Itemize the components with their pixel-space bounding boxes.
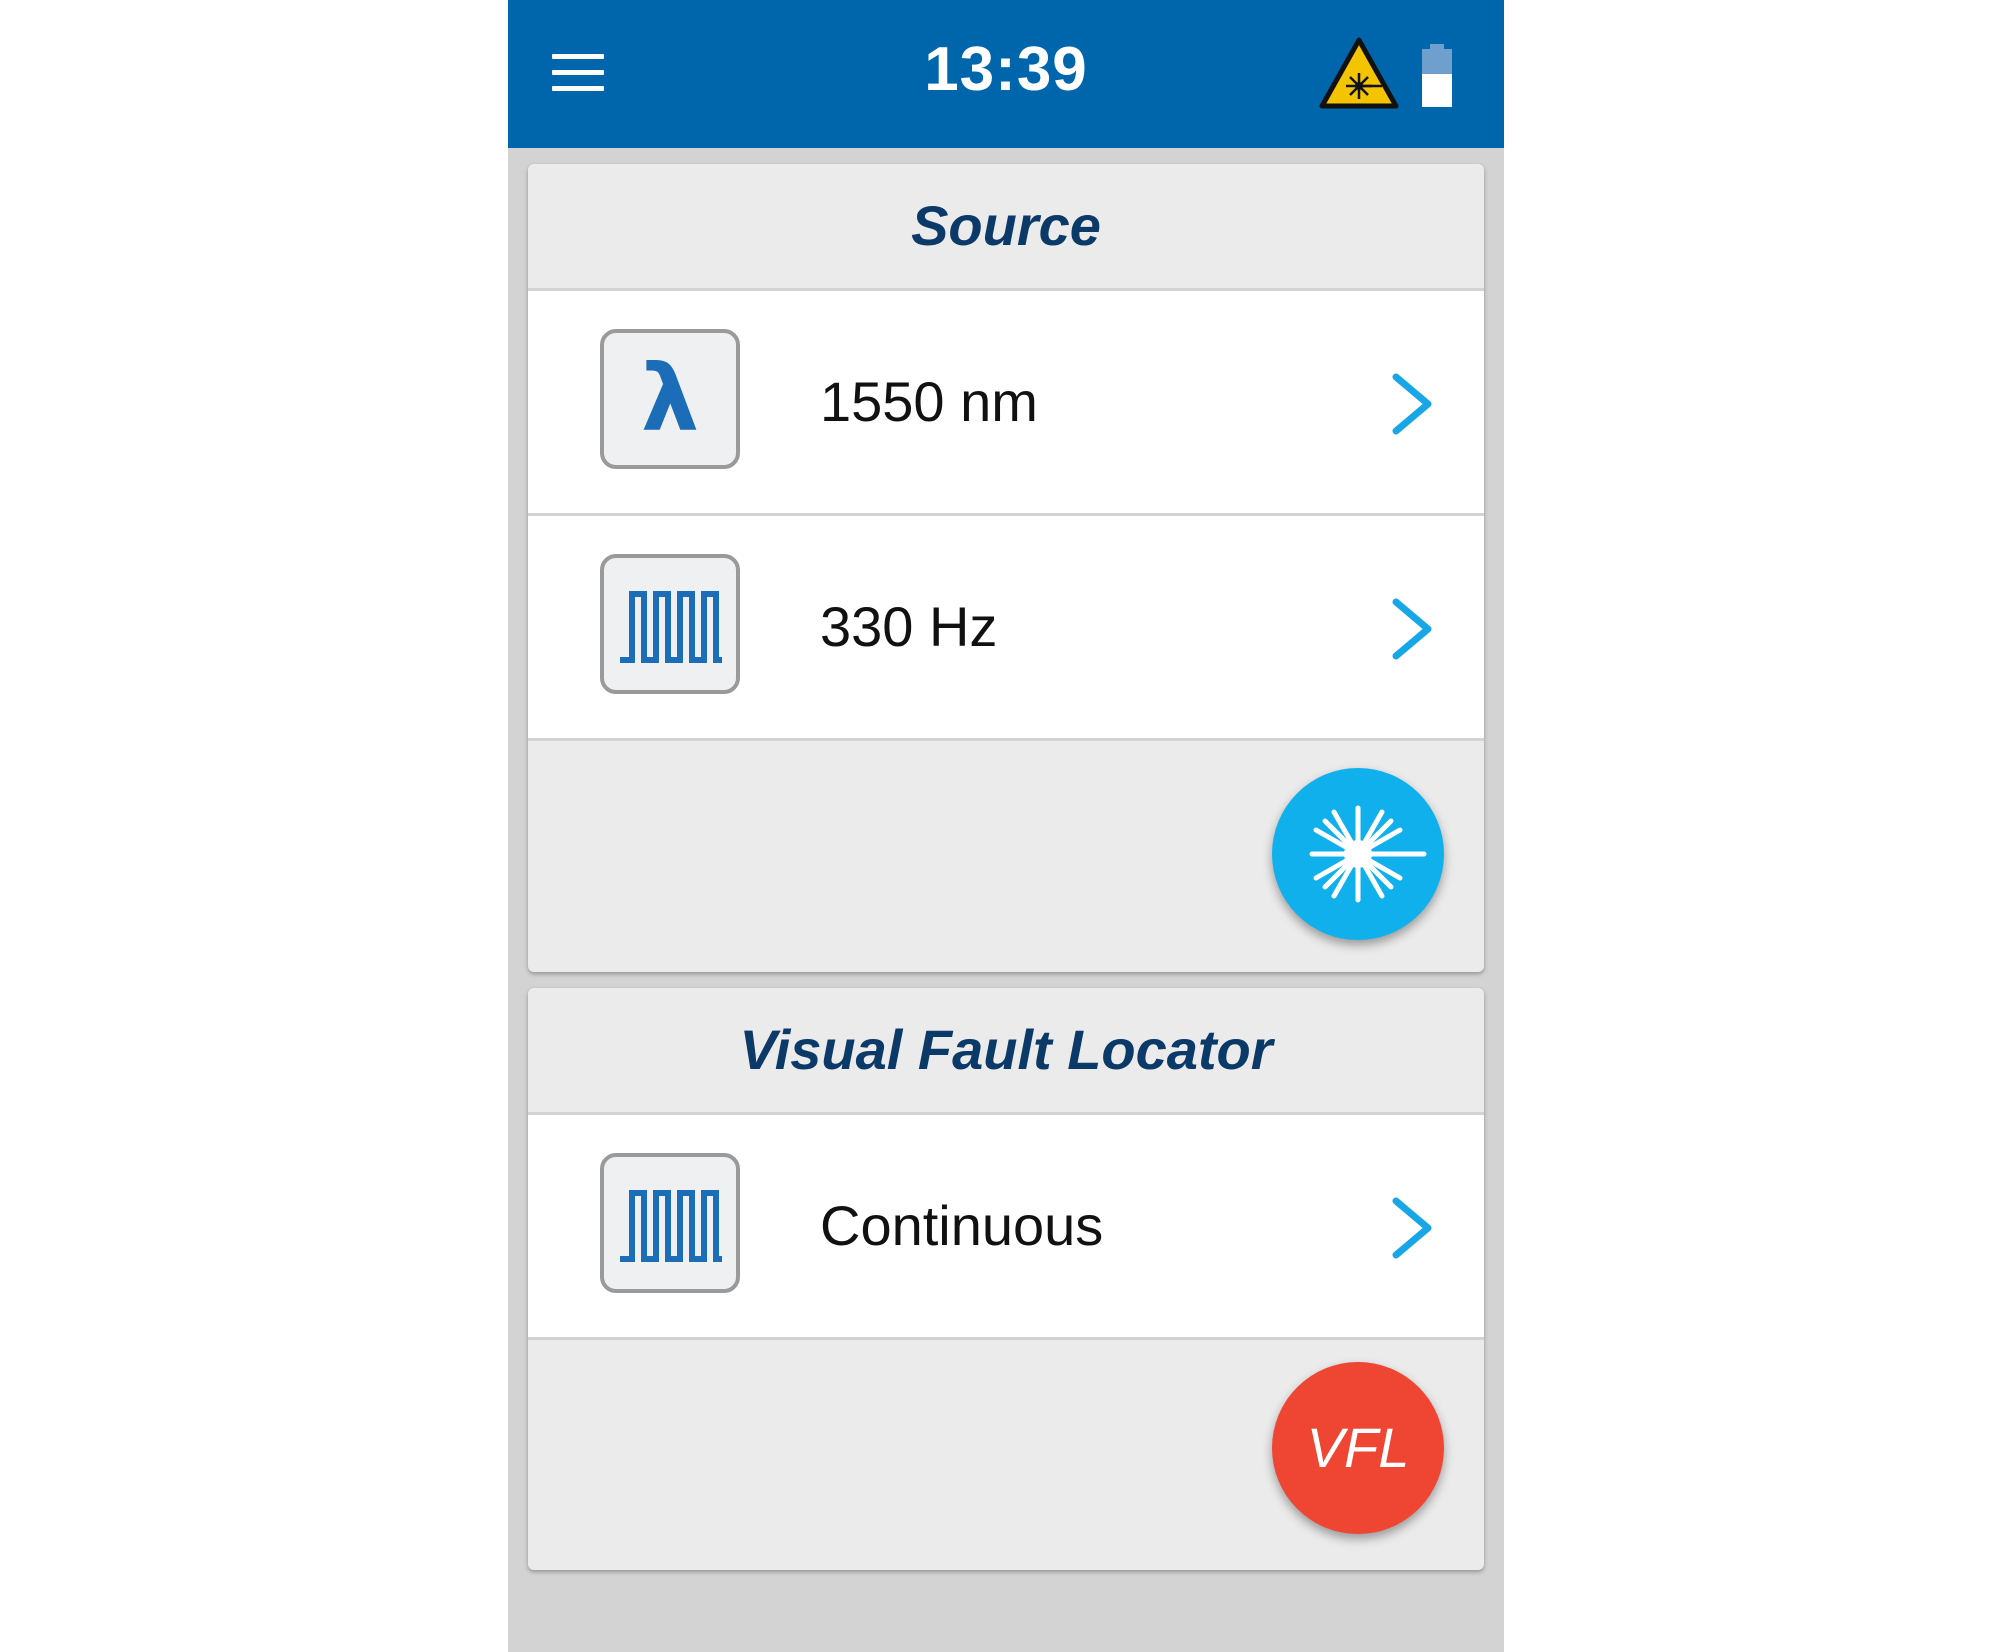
laser-emit-button[interactable]	[1272, 768, 1444, 940]
vfl-mode-row[interactable]: Continuous	[528, 1115, 1484, 1340]
modulation-value: 330 Hz	[820, 595, 998, 658]
lambda-symbol: λ	[640, 345, 700, 452]
pulse-modulation-icon	[600, 1153, 740, 1293]
chevron-right-icon	[1392, 598, 1432, 660]
pulse-wave-icon	[620, 591, 722, 663]
pulse-wave-icon	[620, 1190, 722, 1262]
vfl-button[interactable]: VFL	[1272, 1362, 1444, 1534]
chevron-right-icon	[1392, 373, 1432, 435]
wavelength-row[interactable]: λ 1550 nm	[528, 291, 1484, 516]
top-bar: 13:39	[508, 0, 1504, 148]
source-card: Source λ 1550 nm 330 Hz	[528, 164, 1484, 972]
battery-icon	[1422, 44, 1452, 107]
laser-emit-icon	[1309, 805, 1427, 903]
pulse-modulation-icon	[600, 554, 740, 694]
modulation-row[interactable]: 330 Hz	[528, 516, 1484, 741]
wavelength-value: 1550 nm	[820, 370, 1038, 433]
vfl-card: Visual Fault Locator Continuous VFL	[528, 988, 1484, 1570]
vfl-title: Visual Fault Locator	[528, 988, 1484, 1115]
source-title: Source	[528, 164, 1484, 291]
wavelength-lambda-icon: λ	[600, 329, 740, 469]
vfl-mode-value: Continuous	[820, 1194, 1104, 1257]
laser-warning-icon	[1319, 37, 1399, 109]
device-screen: 13:39 Source λ 1550 nm 330 Hz Visual Fau…	[508, 0, 1504, 1652]
chevron-right-icon	[1392, 1197, 1432, 1259]
